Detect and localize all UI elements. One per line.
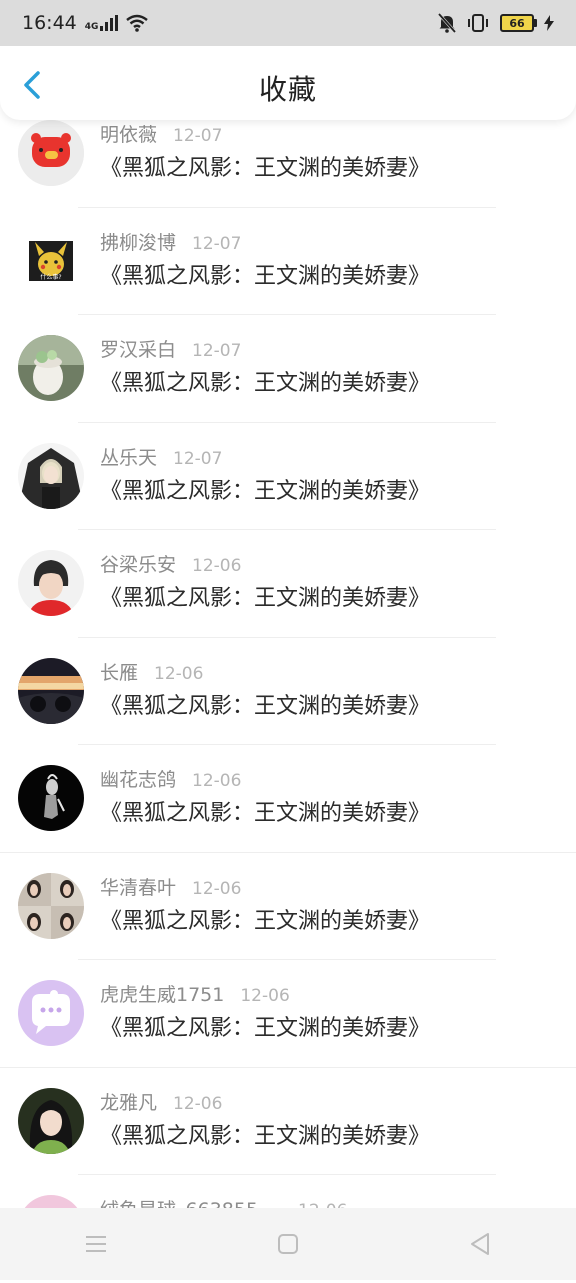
date: 12-06 (192, 771, 242, 791)
user-name: 罗汉采白 (100, 339, 177, 361)
avatar (18, 1087, 84, 1154)
avatar (18, 872, 84, 939)
list-item[interactable]: 幽花志鸽 12-06 《黑狐之风影：王文渊的美娇妻》 (0, 745, 576, 853)
book-title: 《黑狐之风影：王文渊的美娇妻》 (100, 908, 431, 934)
list-item[interactable]: 罗汉采白 12-07 《黑狐之风影：王文渊的美娇妻》 (0, 315, 576, 423)
date: 12-06 (173, 1093, 223, 1114)
book-title: 《黑狐之风影：王文渊的美娇妻》 (100, 371, 431, 396)
avatar (18, 765, 84, 831)
page-title: 收藏 (258, 73, 317, 106)
avatar (18, 442, 84, 509)
battery-icon: 66 (500, 14, 537, 32)
list-item[interactable]: 丛乐天 12-07 《黑狐之风影：王文渊的美娇妻》 (0, 423, 576, 530)
charging-icon (544, 15, 554, 31)
wifi-icon (126, 14, 149, 32)
list-item[interactable]: 龙雅凡 12-06 《黑狐之风影：王文渊的美娇妻》 (0, 1068, 576, 1175)
vibrate-icon (468, 14, 488, 32)
avatar (18, 550, 84, 616)
user-name: 丛乐天 (100, 446, 158, 469)
nav-back-button[interactable] (460, 1224, 500, 1264)
user-name: 虎虎生威1751 (100, 984, 225, 1006)
book-title: 《黑狐之风影：王文渊的美娇妻》 (100, 693, 431, 719)
user-name: 拂柳浚博 (100, 231, 177, 254)
book-title: 《黑狐之风影：王文渊的美娇妻》 (100, 801, 431, 826)
date: 12-06 (240, 986, 290, 1006)
user-name: 华清春叶 (100, 876, 177, 899)
battery-level: 66 (509, 16, 525, 30)
status-bar: 16:44 4G 66 (0, 0, 576, 46)
mute-bell-icon (438, 13, 456, 33)
user-name: 谷梁乐安 (100, 554, 177, 576)
avatar: 什么事? (18, 227, 84, 294)
favorites-list: 明依薇 12-07 《黑狐之风影：王文渊的美娇妻》 什么事? 拂柳浚博 12-07 … (0, 100, 576, 1283)
date: 12-07 (173, 126, 223, 146)
network-type: 4G (84, 22, 99, 32)
app-header: 收藏 (0, 46, 576, 120)
back-triangle-icon (471, 1233, 489, 1255)
list-item[interactable]: 华清春叶 12-06 《黑狐之风影：王文渊的美娇妻》 (0, 853, 576, 960)
home-button[interactable] (268, 1224, 308, 1264)
avatar (18, 335, 84, 401)
list-item[interactable]: 虎虎生威1751 12-06 《黑狐之风影：王文渊的美娇妻》 (0, 960, 576, 1068)
date: 12-07 (192, 341, 242, 361)
book-title: 《黑狐之风影：王文渊的美娇妻》 (100, 478, 431, 504)
book-title: 《黑狐之风影：王文渊的美娇妻》 (100, 586, 431, 611)
avatar (18, 120, 84, 186)
book-title: 《黑狐之风影：王文渊的美娇妻》 (100, 156, 431, 181)
user-name: 龙雅凡 (100, 1091, 158, 1114)
book-title: 《黑狐之风影：王文渊的美娇妻》 (100, 1016, 431, 1041)
book-title: 《黑狐之风影：王文渊的美娇妻》 (100, 263, 431, 289)
signal-icon: 4G (84, 15, 119, 32)
menu-button[interactable] (76, 1224, 116, 1264)
list-item[interactable]: 长雁 12-06 《黑狐之风影：王文渊的美娇妻》 (0, 638, 576, 745)
date: 12-06 (192, 878, 242, 899)
date: 12-07 (192, 233, 242, 254)
list-item[interactable]: 谷梁乐安 12-06 《黑狐之风影：王文渊的美娇妻》 (0, 530, 576, 638)
home-icon (278, 1234, 298, 1254)
date: 12-06 (154, 663, 204, 684)
list-item[interactable]: 什么事? 拂柳浚博 12-07 《黑狐之风影：王文渊的美娇妻》 (0, 208, 576, 315)
user-name: 明依薇 (100, 124, 158, 146)
user-name: 长雁 (100, 661, 139, 684)
status-time: 16:44 (22, 12, 77, 34)
menu-icon (86, 1236, 106, 1252)
avatar (18, 657, 84, 724)
avatar (18, 980, 84, 1046)
user-name: 幽花志鸽 (100, 769, 177, 791)
book-title: 《黑狐之风影：王文渊的美娇妻》 (100, 1123, 431, 1149)
avatar-caption: 什么事? (40, 273, 61, 281)
date: 12-07 (173, 448, 223, 469)
system-nav-bar (0, 1208, 576, 1280)
date: 12-06 (192, 556, 242, 576)
